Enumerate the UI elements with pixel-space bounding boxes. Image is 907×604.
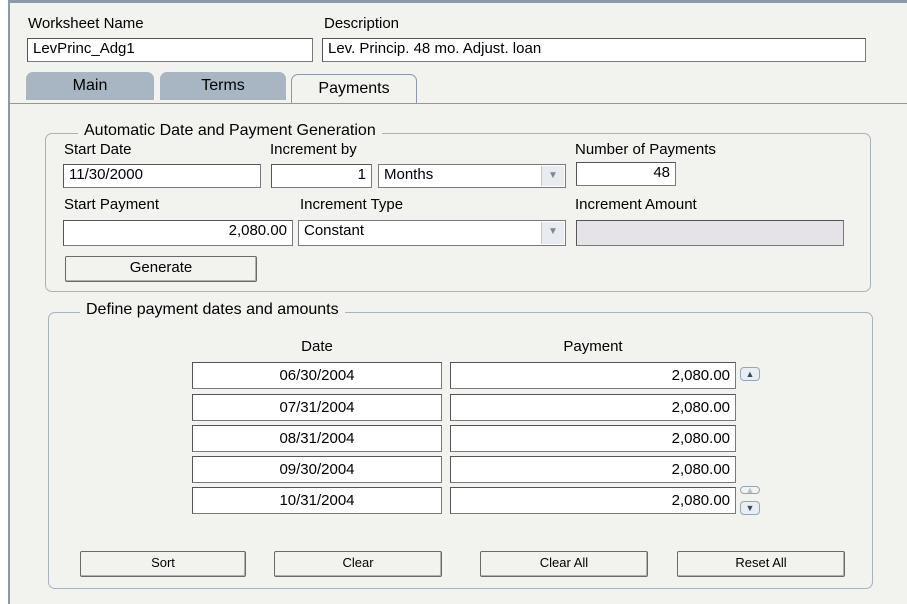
date-cell-row5[interactable]: 10/31/2004: [192, 487, 442, 514]
increment-by-field[interactable]: 1: [271, 164, 372, 188]
scroll-up-icon[interactable]: ▲: [740, 367, 760, 381]
increment-type-value: Constant: [304, 222, 365, 239]
date-column-header: Date: [301, 338, 333, 355]
clear-all-button[interactable]: Clear All: [480, 551, 648, 577]
payment-cell-row2[interactable]: 2,080.00: [450, 394, 736, 421]
clear-button[interactable]: Clear: [274, 551, 442, 577]
scroll-up-icon[interactable]: ▲: [740, 486, 760, 495]
scroll-down-icon[interactable]: ▼: [740, 501, 760, 515]
increment-type-select[interactable]: Constant ▼: [298, 220, 566, 246]
number-of-payments-field[interactable]: 48: [576, 162, 676, 186]
increment-amount-field[interactable]: [576, 220, 844, 246]
increment-unit-value: Months: [384, 166, 434, 183]
payment-cell-row5[interactable]: 2,080.00: [450, 487, 736, 514]
increment-amount-label: Increment Amount: [575, 196, 697, 213]
date-cell-row3[interactable]: 08/31/2004: [192, 425, 442, 452]
tab-main[interactable]: Main: [26, 72, 154, 100]
description-field[interactable]: Lev. Princip. 48 mo. Adjust. loan: [322, 38, 866, 62]
increment-unit-select[interactable]: Months ▼: [378, 164, 566, 188]
auto-generation-title: Automatic Date and Payment Generation: [78, 122, 382, 140]
define-payments-title: Define payment dates and amounts: [80, 301, 345, 319]
reset-all-button[interactable]: Reset All: [677, 551, 845, 577]
date-cell-row4[interactable]: 09/30/2004: [192, 456, 442, 483]
start-payment-label: Start Payment: [64, 196, 160, 213]
date-cell-row2[interactable]: 07/31/2004: [192, 394, 442, 421]
chevron-down-icon[interactable]: ▼: [541, 222, 564, 244]
start-date-field[interactable]: 11/30/2000: [63, 164, 261, 188]
payment-cell-row1[interactable]: 2,080.00: [450, 362, 736, 389]
sort-button[interactable]: Sort: [80, 551, 246, 577]
generate-button[interactable]: Generate: [65, 256, 257, 282]
payment-cell-row3[interactable]: 2,080.00: [450, 425, 736, 452]
start-payment-field[interactable]: 2,080.00: [63, 220, 293, 246]
date-cell-row1[interactable]: 06/30/2004: [192, 362, 442, 389]
worksheet-name-field[interactable]: LevPrinc_Adg1: [27, 38, 313, 62]
payment-column-header: Payment: [563, 338, 623, 355]
chevron-down-icon[interactable]: ▼: [541, 166, 564, 186]
start-date-label: Start Date: [64, 141, 132, 158]
increment-by-label: Increment by: [270, 141, 357, 158]
number-of-payments-label: Number of Payments: [575, 141, 716, 158]
increment-type-label: Increment Type: [300, 196, 404, 213]
payment-cell-row4[interactable]: 2,080.00: [450, 456, 736, 483]
tab-payments[interactable]: Payments: [291, 74, 417, 104]
description-label: Description: [324, 15, 400, 32]
tab-terms[interactable]: Terms: [160, 72, 286, 100]
worksheet-name-label: Worksheet Name: [28, 15, 144, 32]
